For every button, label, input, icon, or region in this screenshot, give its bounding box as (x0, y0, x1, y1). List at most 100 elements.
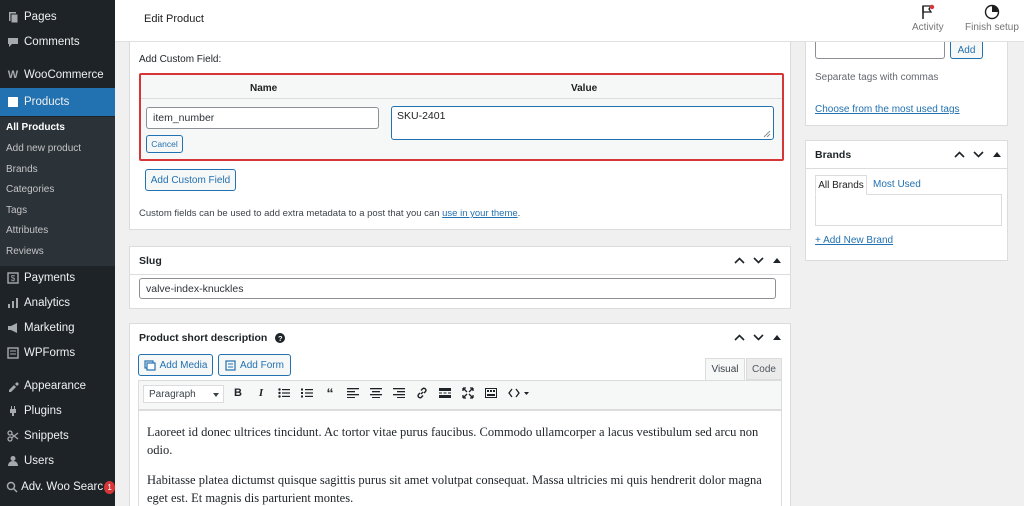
toolbar-toggle-icon[interactable] (484, 386, 498, 400)
products-icon (0, 96, 22, 108)
sidebar-item-label: Adv. Woo Searc (21, 481, 104, 493)
chevron-down-icon[interactable] (751, 253, 765, 267)
tag-input[interactable] (815, 42, 945, 59)
submenu-tags[interactable]: Tags (6, 205, 27, 216)
submenu-categories[interactable]: Categories (6, 184, 54, 195)
resize-handle-icon[interactable] (763, 130, 771, 138)
sidebar-item-appearance[interactable]: Appearance (0, 374, 115, 398)
align-left-icon[interactable] (346, 386, 360, 400)
svg-text:$: $ (11, 274, 16, 283)
custom-fields-help-text: Custom fields can be used to add extra m… (139, 208, 521, 219)
sidebar-item-label: Users (24, 455, 55, 467)
chevron-down-icon[interactable] (971, 147, 985, 161)
submenu-attributes[interactable]: Attributes (6, 225, 48, 236)
tab-all-brands[interactable]: All Brands (815, 175, 867, 195)
tab-visual[interactable]: Visual (705, 358, 745, 380)
sidebar-item-comments[interactable]: Comments (0, 30, 115, 54)
add-form-button[interactable]: Add Form (218, 354, 291, 376)
custom-field-header-row: Name Value (141, 75, 782, 99)
search-icon (0, 481, 19, 493)
blockquote-icon[interactable]: “ (323, 385, 337, 401)
caret-up-icon[interactable] (770, 253, 784, 267)
pages-icon (0, 11, 22, 23)
tab-most-used-brands[interactable]: Most Used (873, 179, 921, 190)
chevron-up-icon[interactable] (732, 330, 746, 344)
sidebar-item-label: Products (24, 96, 70, 108)
value-column-header: Value (571, 83, 598, 94)
caret-up-icon[interactable] (770, 330, 784, 344)
bold-icon[interactable]: B (231, 386, 245, 400)
editor-paragraph: Laoreet id donec ultrices tincidunt. Ac … (147, 425, 759, 457)
chevron-up-icon[interactable] (952, 147, 966, 161)
top-header: Edit Product Activity Finish setup (115, 0, 1024, 42)
comments-icon (0, 36, 22, 48)
activity-button[interactable]: Activity (912, 4, 944, 33)
finish-setup-label: Finish setup (965, 22, 1019, 33)
link-icon[interactable] (415, 386, 429, 400)
form-icon (225, 359, 236, 371)
products-submenu: All Products Add new product Brands Cate… (0, 117, 115, 266)
sidebar-item-users[interactable]: Users (0, 449, 115, 473)
sidebar-item-pages[interactable]: Pages (0, 5, 115, 29)
format-select[interactable]: Paragraph (143, 385, 224, 403)
short-description-title: Product short description ? (139, 332, 286, 344)
choose-most-used-tags-link[interactable]: Choose from the most used tags (815, 104, 960, 115)
editor-content[interactable]: Laoreet id donec ultrices tincidunt. Ac … (138, 410, 782, 506)
short-description-panel-header: Product short description ? (130, 324, 790, 352)
new-custom-field-box: Name Value SKU-2401 Cancel (139, 73, 784, 161)
add-new-brand-link[interactable]: + Add New Brand (815, 235, 893, 246)
custom-field-value-textarea[interactable]: SKU-2401 (391, 106, 774, 140)
sidebar-item-label: Marketing (24, 322, 75, 334)
brands-panel-title: Brands (815, 149, 852, 161)
sidebar-item-adv-woo-search[interactable]: Adv. Woo Searc 1 (0, 475, 115, 499)
numbered-list-icon[interactable] (300, 386, 314, 400)
submenu-all-products[interactable]: All Products (6, 122, 65, 133)
tab-code[interactable]: Code (746, 358, 782, 380)
sidebar-item-label: Pages (24, 11, 57, 23)
snippets-icon (0, 430, 22, 442)
align-center-icon[interactable] (369, 386, 383, 400)
sidebar-item-label: Plugins (24, 405, 62, 417)
submenu-brands[interactable]: Brands (6, 164, 38, 175)
submenu-add-new-product[interactable]: Add new product (6, 143, 81, 154)
slug-input[interactable] (139, 278, 776, 299)
add-tag-button[interactable]: Add (950, 42, 983, 59)
sidebar-item-products[interactable]: Products (0, 88, 115, 116)
brands-panel-header: Brands (806, 141, 1007, 169)
sidebar-item-wpforms[interactable]: WPForms (0, 341, 115, 365)
chevron-down-icon[interactable] (751, 330, 765, 344)
read-more-icon[interactable] (438, 386, 452, 400)
sidebar-item-snippets[interactable]: Snippets (0, 424, 115, 448)
sidebar-item-woocommerce[interactable]: W WooCommerce (0, 63, 115, 87)
cancel-button[interactable]: Cancel (146, 135, 183, 153)
sidebar-item-plugins[interactable]: Plugins (0, 399, 115, 423)
finish-setup-button[interactable]: Finish setup (965, 4, 1019, 33)
caret-up-icon[interactable] (990, 147, 1004, 161)
sidebar-item-label: Comments (24, 36, 80, 48)
sidebar-item-marketing[interactable]: Marketing (0, 316, 115, 340)
italic-icon[interactable]: I (254, 386, 268, 400)
bulleted-list-icon[interactable] (277, 386, 291, 400)
editor-paragraph: Habitasse platea dictumst quisque sagitt… (147, 473, 762, 505)
sidebar-item-analytics[interactable]: Analytics (0, 291, 115, 315)
sidebar-item-label: WPForms (24, 347, 76, 359)
sidebar-item-label: Payments (24, 272, 76, 284)
notification-badge: 1 (104, 480, 115, 494)
add-custom-field-button[interactable]: Add Custom Field (145, 169, 236, 191)
chevron-up-icon[interactable] (732, 253, 746, 267)
submenu-reviews[interactable]: Reviews (6, 246, 44, 257)
align-right-icon[interactable] (392, 386, 406, 400)
custom-field-name-input[interactable] (146, 107, 379, 129)
code-embed-icon[interactable] (508, 386, 530, 400)
name-column-header: Name (250, 83, 278, 94)
fullscreen-icon[interactable] (461, 386, 475, 400)
slug-panel: Slug (129, 246, 791, 309)
help-icon[interactable]: ? (275, 333, 286, 344)
brands-checklist[interactable] (815, 194, 1002, 226)
add-media-button[interactable]: Add Media (138, 354, 213, 376)
sidebar-item-payments[interactable]: $ Payments (0, 266, 115, 290)
add-custom-field-heading: Add Custom Field: (139, 54, 222, 65)
sidebar-item-label: Snippets (24, 430, 69, 442)
progress-circle-icon (984, 4, 1000, 20)
use-in-theme-link[interactable]: use in your theme (442, 208, 518, 219)
